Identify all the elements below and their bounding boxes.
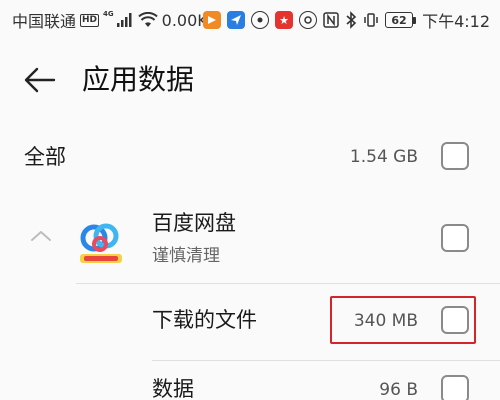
item-label-downloads: 下载的文件 — [152, 308, 257, 332]
all-row-size: 1.54 GB — [349, 147, 418, 167]
network-type: 4G — [103, 10, 114, 18]
signal-icon — [116, 13, 132, 27]
vibrate-icon — [364, 13, 378, 27]
notification-app-icon-4: ★ — [275, 11, 294, 29]
baidu-netdisk-app-icon — [80, 223, 122, 263]
battery-icon: 62 — [385, 12, 417, 28]
status-left: 中国联通 HD 4G 0.00K/s — [12, 9, 222, 31]
notification-app-icon-5 — [299, 11, 318, 29]
bluetooth-icon — [346, 11, 357, 29]
item-size-data: 96 B — [379, 380, 418, 400]
status-bar: 中国联通 HD 4G 0.00K/s ★ 62 下午4:12 — [0, 0, 500, 40]
app-name: 百度网盘 — [152, 211, 236, 235]
select-all-checkbox[interactable] — [441, 142, 469, 170]
hd-badge: HD — [80, 13, 100, 27]
notification-app-icon-1 — [203, 11, 222, 29]
status-right: ★ 62 下午4:12 — [203, 9, 490, 31]
chevron-up-icon[interactable] — [28, 226, 54, 246]
app-checkbox[interactable] — [441, 224, 469, 252]
clock: 下午4:12 — [422, 12, 490, 31]
divider — [152, 360, 500, 361]
header: 应用数据 — [0, 48, 500, 112]
divider — [76, 283, 500, 284]
notification-app-icon-2 — [227, 11, 246, 29]
highlight-box — [330, 296, 476, 344]
back-button[interactable] — [22, 64, 58, 96]
arrow-left-icon — [24, 67, 56, 93]
wifi-icon — [137, 12, 158, 27]
app-subtitle: 谨慎清理 — [152, 246, 220, 266]
data-checkbox[interactable] — [441, 375, 469, 400]
page-title: 应用数据 — [82, 63, 195, 96]
battery-level: 62 — [385, 12, 414, 28]
nfc-icon — [323, 12, 339, 28]
carrier-name: 中国联通 — [12, 12, 77, 31]
item-label-data: 数据 — [152, 377, 194, 400]
all-row-label: 全部 — [24, 145, 66, 169]
notification-app-icon-3 — [251, 11, 270, 29]
